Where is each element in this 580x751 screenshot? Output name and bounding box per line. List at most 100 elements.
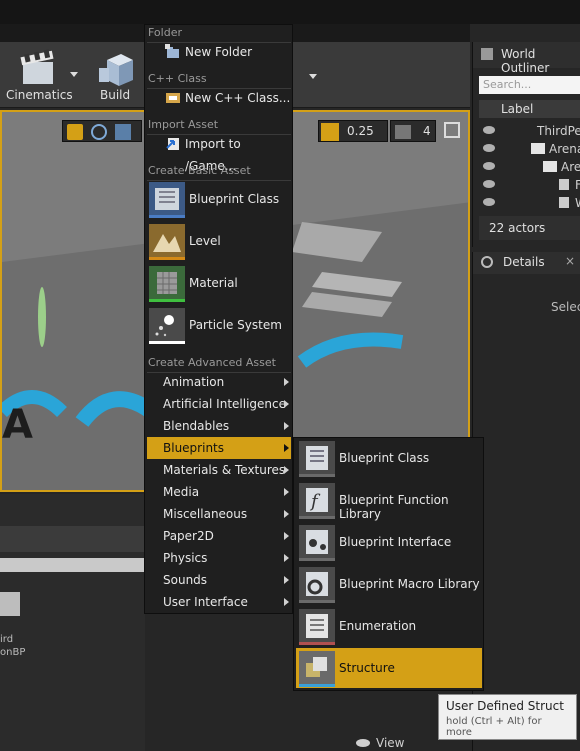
submenu-blendables[interactable]: Blendables [147,415,291,437]
outliner-row-label: Are [561,160,580,174]
submenu-paper2d[interactable]: Paper2D [147,525,291,547]
label-column-header: Label [501,102,534,116]
blueprint-function-library-label: Blueprint Function Library [339,493,449,521]
top-strip [0,0,580,24]
outliner-title: World Outliner [501,47,550,75]
details-panel: Details × Select [472,252,580,751]
outliner-row[interactable]: Arena [479,140,580,158]
submenu-label: Sounds [163,573,208,587]
structure-tooltip: User Defined Struct hold (Ctrl + Alt) fo… [438,694,577,740]
scale-snap-value: 0.25 [347,124,374,138]
basic-blueprint-class-item[interactable]: Blueprint Class [147,180,291,220]
basic-blueprint-class-label: Blueprint Class [189,192,280,206]
basic-particle-system-label: Particle System [189,318,282,332]
macro-library-icon [299,567,335,603]
folder-icon [531,143,545,154]
section-cpp-class: C++ Class [147,72,291,89]
outliner-row[interactable]: W [479,194,580,212]
outliner-tab[interactable]: World Outliner [473,42,580,75]
cpp-class-icon [165,90,181,106]
enumeration-item[interactable]: Enumeration [296,606,482,646]
submenu-artificial-intelligence[interactable]: Artificial Intelligence [147,393,291,415]
chevron-right-icon [284,422,289,430]
chevron-right-icon [284,444,289,452]
submenu-materials-textures[interactable]: Materials & Textures [147,459,291,481]
outliner-search-input[interactable]: Search... [479,76,580,94]
submenu-miscellaneous[interactable]: Miscellaneous [147,503,291,525]
new-folder-item[interactable]: New Folder [147,41,291,63]
actor-icon [559,179,569,190]
actor-count-bar: 22 actors [479,216,580,240]
actor-icon [559,197,569,208]
folder-icon [543,161,557,172]
blueprints-submenu: Blueprint Class f Blueprint Function Lib… [293,437,484,691]
basic-particle-system-item[interactable]: Particle System [147,306,291,346]
structure-icon [299,651,335,687]
basic-material-item[interactable]: Material [147,264,291,304]
blueprint-interface-label: Blueprint Interface [339,535,452,549]
submenu-label: User Interface [163,595,248,609]
maximize-viewport-icon[interactable] [444,122,460,138]
blueprint-macro-library-item[interactable]: Blueprint Macro Library [296,564,482,604]
details-search-icon [481,256,493,268]
asset-label-line1: ird [0,634,14,645]
transform-tools[interactable] [62,120,142,142]
rotate-tool-icon[interactable] [91,124,107,140]
blueprint-function-library-item[interactable]: f Blueprint Function Library [296,480,482,521]
structure-label: Structure [339,661,395,675]
scale-tool-icon[interactable] [115,124,131,140]
build-label: Build [100,88,131,102]
move-tool-icon[interactable] [67,124,83,140]
submenu-label: Blueprints [163,441,225,455]
chevron-right-icon [284,510,289,518]
visibility-eye-icon[interactable] [483,162,495,170]
content-browser-pane: ird onBP [0,494,145,751]
cinematics-dropdown-arrow[interactable] [70,72,78,77]
outliner-row[interactable]: ThirdPe [479,122,580,140]
details-tab[interactable]: Details × [473,252,580,274]
scale-snap-icon[interactable] [321,123,339,141]
visibility-eye-icon[interactable] [483,144,495,152]
submenu-label: Miscellaneous [163,507,248,521]
close-icon[interactable]: × [565,254,575,268]
view-options-button[interactable]: View Optio [356,736,436,751]
toolbar-dropdown-arrow[interactable] [309,74,317,79]
blueprint-interface-item[interactable]: Blueprint Interface [296,522,482,562]
submenu-animation[interactable]: Animation [147,371,291,393]
function-library-icon: f [299,483,335,519]
chevron-right-icon [284,532,289,540]
path-bar [0,558,145,572]
camera-speed-control[interactable]: 4 [390,120,436,142]
camera-speed-value: 4 [423,124,431,138]
chevron-right-icon [284,466,289,474]
build-button[interactable]: Build [90,42,140,106]
outliner-row[interactable]: F [479,176,580,194]
blueprint-class-item[interactable]: Blueprint Class [296,438,482,478]
section-create-advanced-asset: Create Advanced Asset [147,356,291,373]
new-cpp-class-item[interactable]: New C++ Class... [147,87,291,109]
structure-item[interactable]: Structure [296,648,482,688]
blueprint-class-icon [299,441,335,477]
visibility-eye-icon[interactable] [483,180,495,188]
import-to-game-item[interactable]: Import to /Game... [147,133,291,173]
tooltip-title: User Defined Struct [446,699,564,713]
cinematics-button[interactable]: Cinematics [4,42,74,106]
import-icon [165,136,181,152]
submenu-physics[interactable]: Physics [147,547,291,569]
submenu-user-interface[interactable]: User Interface [147,591,291,613]
outliner-header[interactable]: Label [479,100,580,118]
visibility-eye-icon[interactable] [483,198,495,206]
submenu-sounds[interactable]: Sounds [147,569,291,591]
submenu-label: Artificial Intelligence [163,397,286,411]
visibility-eye-icon[interactable] [483,126,495,134]
outliner-row[interactable]: Are [479,158,580,176]
new-folder-icon [165,44,181,60]
submenu-media[interactable]: Media [147,481,291,503]
build-cubes-icon [93,46,137,88]
scale-snap-control[interactable]: 0.25 [318,120,388,142]
basic-level-item[interactable]: Level [147,222,291,262]
asset-thumbnail[interactable] [0,592,20,616]
content-browser-toolbar [0,526,145,552]
submenu-blueprints[interactable]: Blueprints [147,437,291,459]
outliner-row-label: W [575,196,580,210]
